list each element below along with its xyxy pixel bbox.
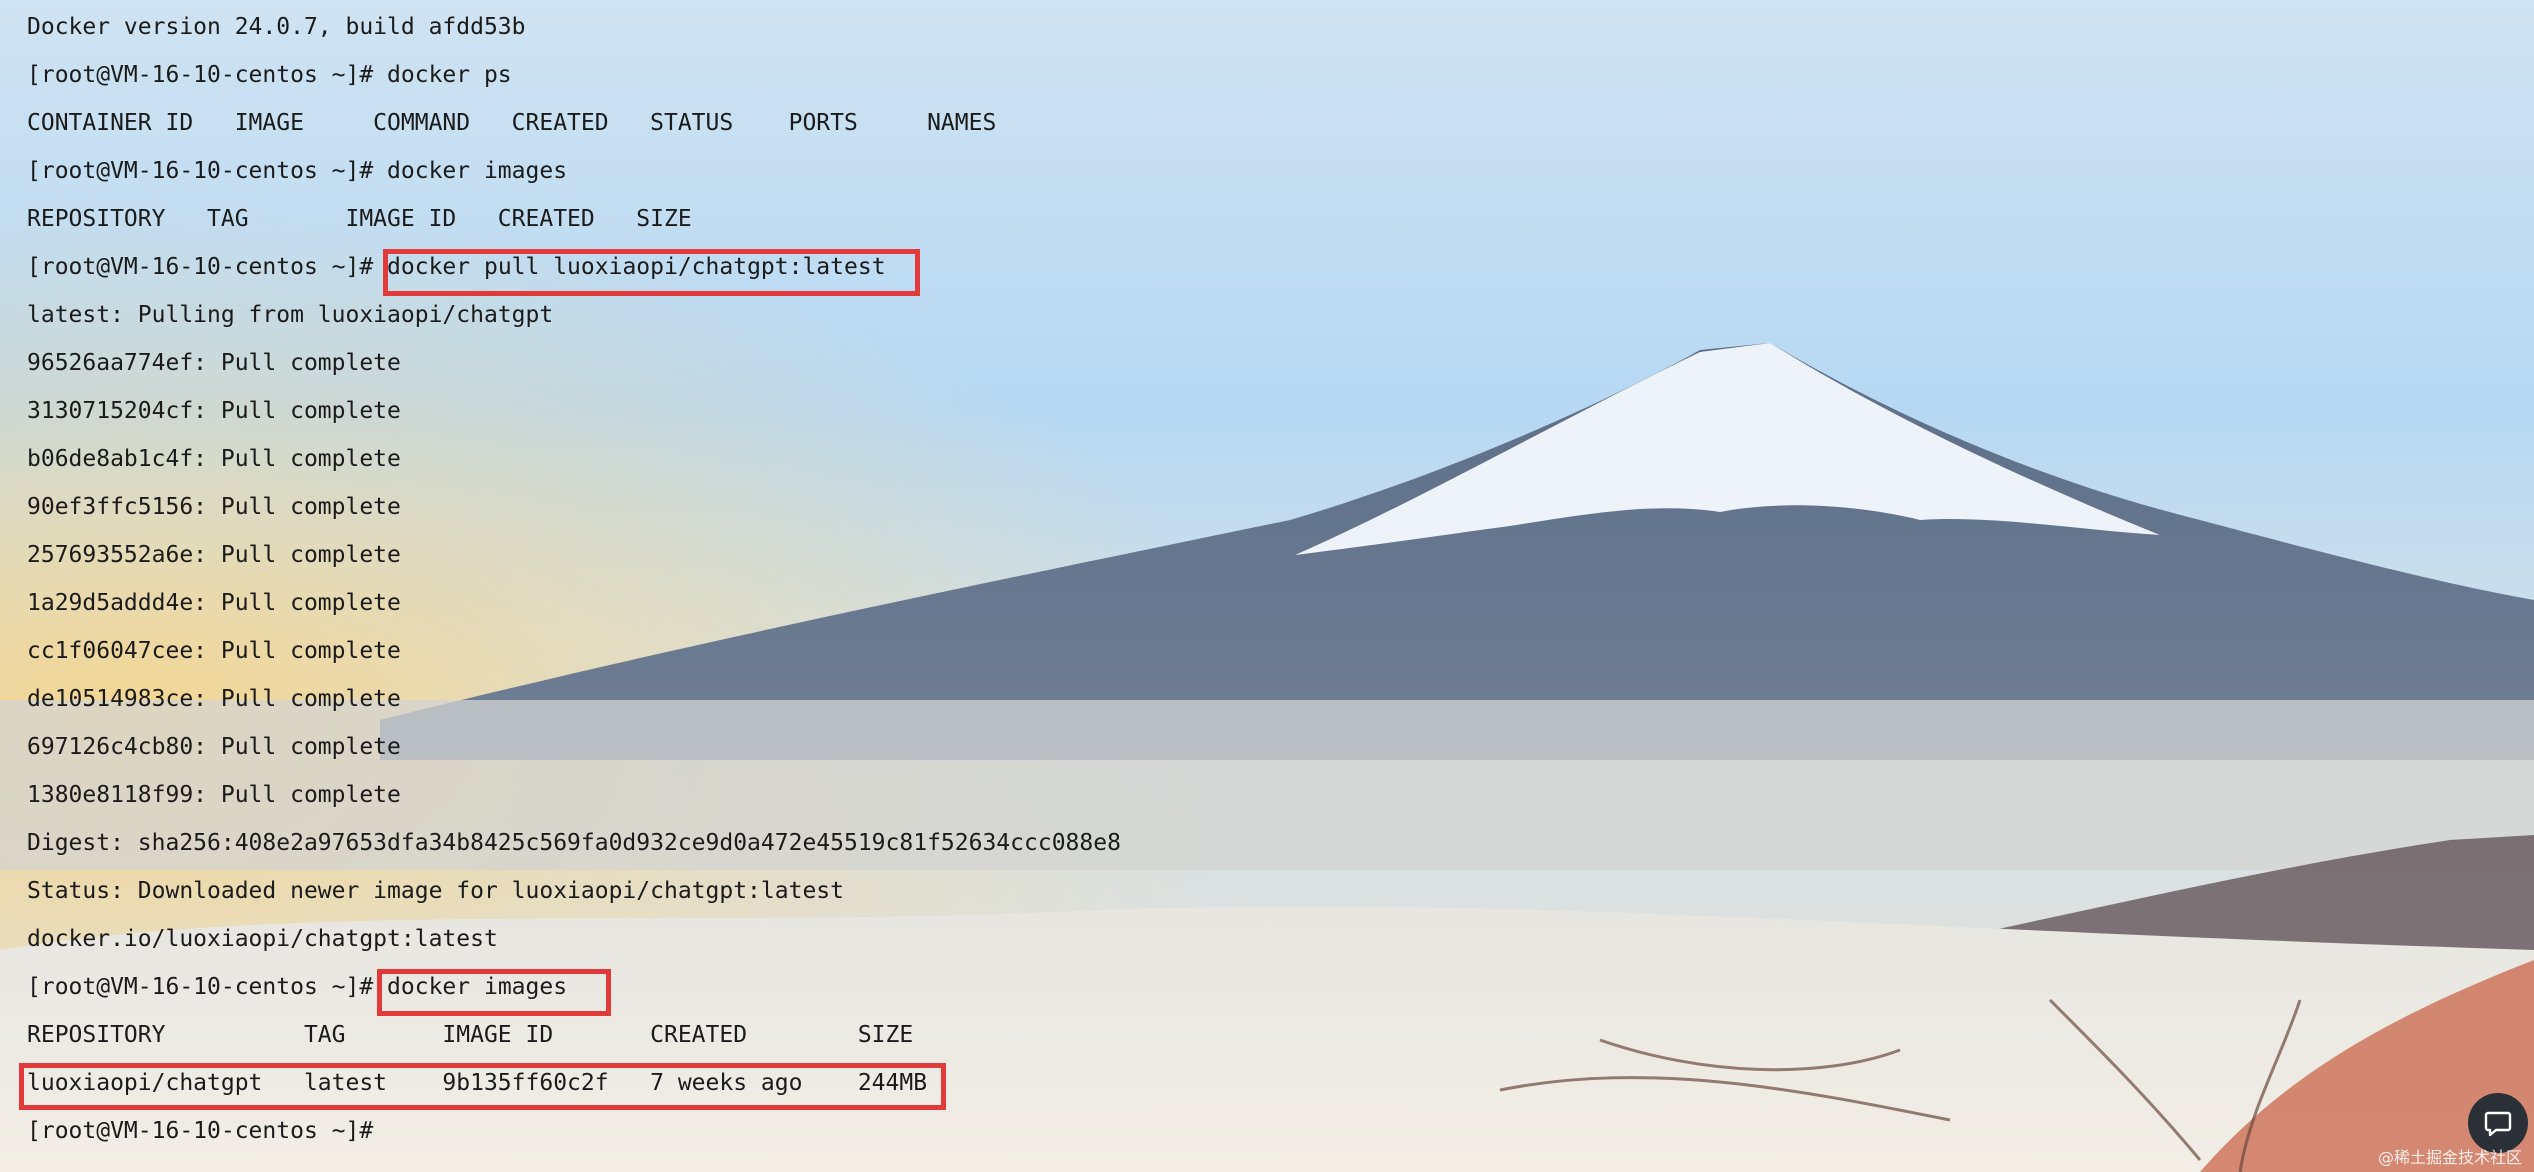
status-line: Status: Downloaded newer image for luoxi… xyxy=(27,878,844,904)
layer-line: 3130715204cf: Pull complete xyxy=(27,398,401,424)
layer-line: 90ef3ffc5156: Pull complete xyxy=(27,494,401,520)
digest-line: Digest: sha256:408e2a97653dfa34b8425c569… xyxy=(27,830,1121,856)
docker-version-line: Docker version 24.0.7, build afdd53b xyxy=(27,14,526,40)
command-docker-images: docker images xyxy=(373,158,568,184)
highlight-images-command xyxy=(377,969,611,1016)
layer-line: 1a29d5addd4e: Pull complete xyxy=(27,590,401,616)
highlight-image-row xyxy=(19,1063,946,1110)
images-table-header-empty: REPOSITORY TAG IMAGE ID CREATED SIZE xyxy=(27,206,692,232)
watermark: @稀土掘金技术社区 xyxy=(2377,1148,2522,1167)
shell-prompt: [root@VM-16-10-centos ~]# xyxy=(27,974,374,1000)
ps-table-header: CONTAINER ID IMAGE COMMAND CREATED STATU… xyxy=(27,110,997,136)
layer-line: 96526aa774ef: Pull complete xyxy=(27,350,401,376)
command-line-images-1: [root@VM-16-10-centos ~]# docker images xyxy=(27,156,567,186)
layer-line: 257693552a6e: Pull complete xyxy=(27,542,401,568)
shell-prompt: [root@VM-16-10-centos ~]# xyxy=(27,62,374,88)
layer-line: b06de8ab1c4f: Pull complete xyxy=(27,446,401,472)
command-line-ps: [root@VM-16-10-centos ~]# docker ps xyxy=(27,60,512,90)
shell-prompt: [root@VM-16-10-centos ~]# xyxy=(27,254,374,280)
command-line-current[interactable]: [root@VM-16-10-centos ~]# xyxy=(27,1116,373,1146)
image-reference-line: docker.io/luoxiaopi/chatgpt:latest xyxy=(27,926,498,952)
layer-line: 1380e8118f99: Pull complete xyxy=(27,782,401,808)
layer-line: 697126c4cb80: Pull complete xyxy=(27,734,401,760)
images-table-header: REPOSITORY TAG IMAGE ID CREATED SIZE xyxy=(27,1022,914,1048)
shell-prompt: [root@VM-16-10-centos ~]# xyxy=(27,158,374,184)
command-docker-ps: docker ps xyxy=(373,62,512,88)
highlight-pull-command xyxy=(383,249,920,296)
pulling-from-line: latest: Pulling from luoxiaopi/chatgpt xyxy=(27,302,554,328)
shell-prompt: [root@VM-16-10-centos ~]# xyxy=(27,1118,374,1144)
layer-line: de10514983ce: Pull complete xyxy=(27,686,401,712)
layer-line: cc1f06047cee: Pull complete xyxy=(27,638,401,664)
chat-bubble-icon xyxy=(2484,1111,2512,1137)
